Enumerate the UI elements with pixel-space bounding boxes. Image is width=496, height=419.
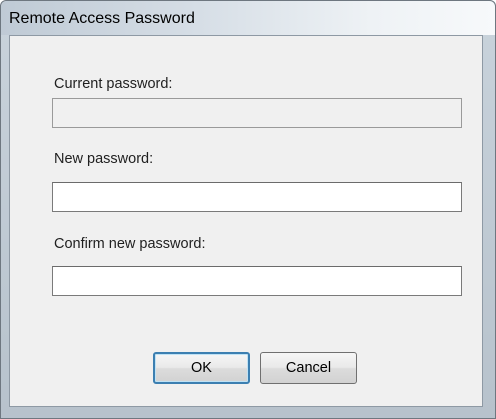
- dialog-body: Current password: New password: Confirm …: [9, 35, 483, 407]
- ok-button[interactable]: OK: [153, 352, 250, 384]
- current-password-field: [52, 98, 462, 128]
- title-bar[interactable]: Remote Access Password: [1, 1, 495, 35]
- dialog-window: Remote Access Password Current password:…: [0, 0, 496, 419]
- current-password-label: Current password:: [54, 76, 173, 92]
- confirm-password-label: Confirm new password:: [54, 236, 206, 252]
- window-title: Remote Access Password: [9, 10, 195, 27]
- new-password-label: New password:: [54, 151, 154, 167]
- new-password-field[interactable]: [52, 182, 462, 212]
- cancel-button[interactable]: Cancel: [260, 352, 357, 384]
- confirm-password-field[interactable]: [52, 266, 462, 296]
